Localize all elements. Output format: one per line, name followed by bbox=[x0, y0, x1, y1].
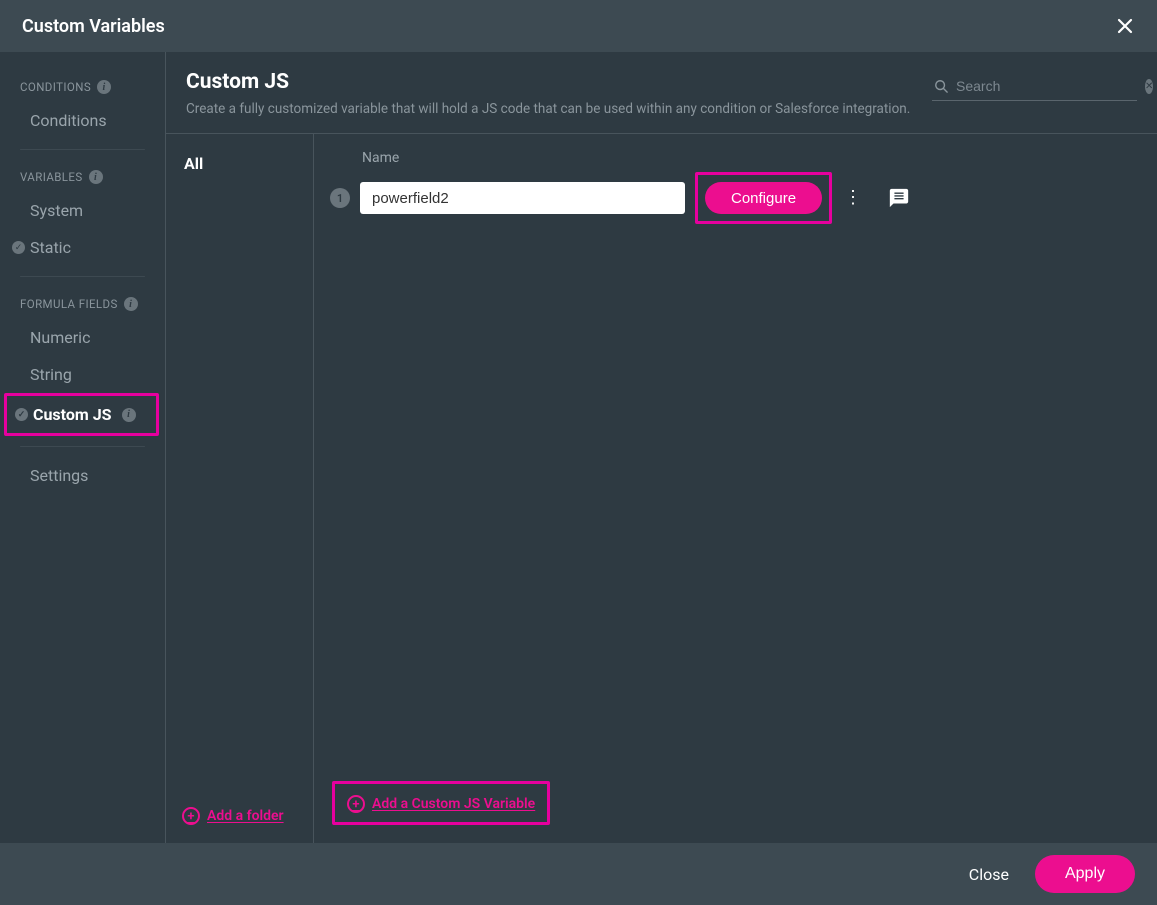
variable-row: 1 Configure ⋮ bbox=[330, 172, 1137, 224]
folder-footer: + Add a folder bbox=[166, 791, 313, 844]
folder-item-all[interactable]: All bbox=[184, 154, 295, 173]
info-icon[interactable]: i bbox=[97, 80, 111, 94]
custom-variables-modal: Custom Variables CONDITIONS i Conditions… bbox=[0, 0, 1157, 905]
sidebar-item-static[interactable]: ✓ Static bbox=[0, 229, 165, 266]
info-icon[interactable]: i bbox=[89, 170, 103, 184]
highlight-add-variable: + Add a Custom JS Variable bbox=[332, 781, 550, 826]
sidebar-item-string[interactable]: String bbox=[0, 356, 165, 393]
main-panel: Custom JS Create a fully customized vari… bbox=[166, 52, 1157, 843]
info-icon[interactable]: i bbox=[124, 297, 138, 311]
search-icon bbox=[934, 79, 948, 93]
close-icon[interactable] bbox=[1111, 12, 1139, 40]
divider bbox=[20, 149, 145, 150]
sidebar-item-settings[interactable]: Settings bbox=[0, 457, 165, 494]
sidebar-item-system[interactable]: System bbox=[0, 192, 165, 229]
titlebar: Custom Variables bbox=[0, 0, 1157, 52]
info-icon[interactable]: i bbox=[122, 408, 136, 422]
variables-footer: + Add a Custom JS Variable bbox=[314, 769, 1157, 844]
sidebar-section-formula-fields: FORMULA FIELDS i bbox=[0, 287, 165, 319]
sidebar-item-numeric[interactable]: Numeric bbox=[0, 319, 165, 356]
add-folder-button[interactable]: + Add a folder bbox=[182, 807, 284, 825]
sidebar-item-label: Conditions bbox=[30, 111, 107, 130]
modal-body: CONDITIONS i Conditions VARIABLES i Syst… bbox=[0, 52, 1157, 843]
sidebar-item-label: String bbox=[30, 365, 72, 384]
comment-icon[interactable] bbox=[888, 187, 910, 209]
name-column-header: Name bbox=[362, 150, 1137, 166]
sidebar-item-label: Settings bbox=[30, 466, 88, 485]
add-variable-button[interactable]: + Add a Custom JS Variable bbox=[347, 795, 535, 813]
page-title: Custom JS bbox=[186, 70, 910, 94]
row-index-badge: 1 bbox=[330, 188, 350, 208]
divider bbox=[20, 446, 145, 447]
modal-footer: Close Apply bbox=[0, 843, 1157, 905]
sidebar-item-label: Custom JS bbox=[33, 405, 112, 424]
sidebar-item-label: System bbox=[30, 201, 83, 220]
page-subtitle: Create a fully customized variable that … bbox=[186, 101, 910, 117]
check-icon: ✓ bbox=[12, 241, 25, 254]
sidebar-section-label: CONDITIONS bbox=[20, 80, 91, 94]
folder-column: All + Add a folder bbox=[166, 134, 314, 843]
variables-column: Name 1 Configure ⋮ bbox=[314, 134, 1157, 843]
folder-list: All bbox=[166, 134, 313, 791]
sidebar-section-variables: VARIABLES i bbox=[0, 160, 165, 192]
kebab-menu-icon[interactable]: ⋮ bbox=[842, 189, 864, 207]
add-variable-label: Add a Custom JS Variable bbox=[372, 796, 535, 812]
add-folder-label: Add a folder bbox=[207, 808, 284, 824]
close-button[interactable]: Close bbox=[969, 865, 1009, 884]
sidebar-section-label: FORMULA FIELDS bbox=[20, 297, 118, 311]
sidebar-item-label: Numeric bbox=[30, 328, 90, 347]
content-row: All + Add a folder Name 1 bbox=[166, 134, 1157, 843]
divider bbox=[20, 276, 145, 277]
sidebar-item-custom-js[interactable]: ✓ Custom JS i bbox=[7, 400, 156, 429]
modal-title: Custom Variables bbox=[22, 16, 165, 37]
variables-body: Name 1 Configure ⋮ bbox=[314, 134, 1157, 769]
apply-button[interactable]: Apply bbox=[1035, 855, 1135, 893]
sidebar: CONDITIONS i Conditions VARIABLES i Syst… bbox=[0, 52, 166, 843]
configure-button[interactable]: Configure bbox=[705, 182, 822, 214]
main-header-text: Custom JS Create a fully customized vari… bbox=[186, 70, 910, 117]
sidebar-item-label: Static bbox=[30, 238, 71, 257]
highlight-configure: Configure bbox=[695, 172, 832, 224]
variable-name-input[interactable] bbox=[360, 182, 685, 214]
search-field[interactable]: ✕ bbox=[932, 74, 1137, 101]
clear-search-icon[interactable]: ✕ bbox=[1145, 79, 1153, 94]
folder-label: All bbox=[184, 154, 203, 173]
highlight-custom-js: ✓ Custom JS i bbox=[4, 393, 159, 436]
plus-circle-icon: + bbox=[182, 807, 200, 825]
check-icon: ✓ bbox=[15, 408, 28, 421]
sidebar-item-conditions[interactable]: Conditions bbox=[0, 102, 165, 139]
search-input[interactable] bbox=[956, 78, 1137, 94]
main-header: Custom JS Create a fully customized vari… bbox=[166, 52, 1157, 134]
sidebar-section-conditions: CONDITIONS i bbox=[0, 70, 165, 102]
plus-circle-icon: + bbox=[347, 795, 365, 813]
sidebar-section-label: VARIABLES bbox=[20, 170, 83, 184]
